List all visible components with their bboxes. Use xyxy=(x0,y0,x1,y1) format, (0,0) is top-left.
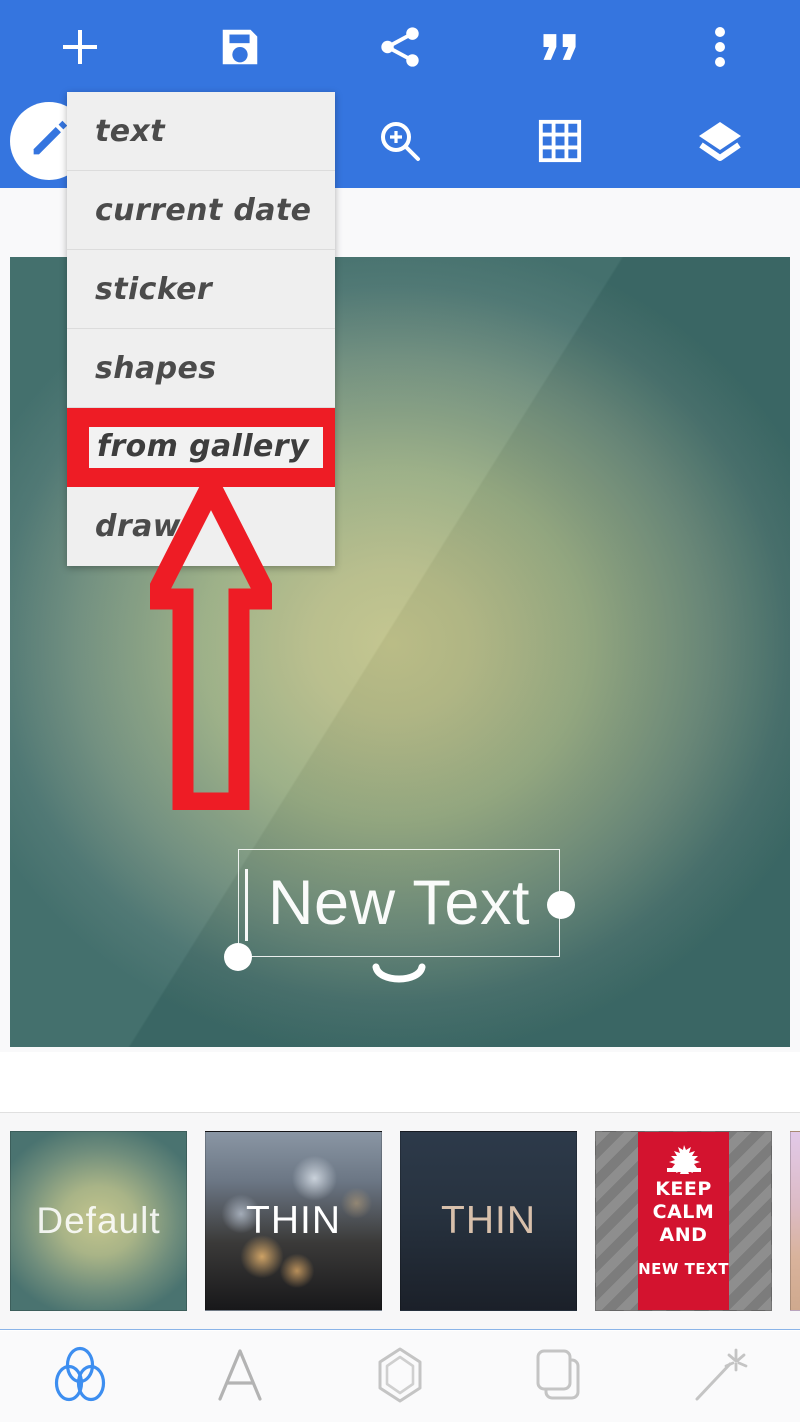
menu-item-label: from gallery xyxy=(89,427,323,468)
text-tool-icon xyxy=(214,1347,266,1407)
layers-icon xyxy=(696,117,744,165)
save-button[interactable] xyxy=(160,0,320,94)
menu-item-from-gallery[interactable]: from gallery xyxy=(67,408,335,487)
bottom-nav-bar xyxy=(0,1331,800,1422)
add-button[interactable] xyxy=(0,0,160,94)
thumbnail-default[interactable]: Default xyxy=(10,1131,187,1311)
toolbar-row-top xyxy=(0,0,800,94)
layers-button[interactable] xyxy=(640,94,800,188)
thumbnail-keep-calm[interactable]: KEEP CALM AND NEW TEXT xyxy=(595,1131,772,1311)
thumbnail-thin-navy[interactable]: THIN xyxy=(400,1131,577,1311)
nav-text-tool-button[interactable] xyxy=(160,1331,320,1422)
shape-tool-icon xyxy=(373,1346,427,1408)
resize-handle-right[interactable] xyxy=(547,891,575,919)
thumbnail-partial-next[interactable] xyxy=(790,1131,800,1311)
nav-magic-wand-button[interactable] xyxy=(640,1331,800,1422)
layers-tool-icon xyxy=(532,1346,588,1408)
quote-button[interactable] xyxy=(480,0,640,94)
crown-icon xyxy=(658,1144,710,1178)
thumbnail-label: Default xyxy=(36,1200,161,1241)
magic-wand-icon xyxy=(692,1346,748,1408)
keep-calm-subline: NEW TEXT xyxy=(638,1259,729,1278)
annotation-arrow-up-icon xyxy=(136,463,286,814)
overflow-menu-button[interactable] xyxy=(640,0,800,94)
resize-handle-bottom-left[interactable] xyxy=(224,943,252,971)
save-icon xyxy=(217,24,263,70)
text-caret xyxy=(245,869,248,941)
overflow-menu-icon xyxy=(713,23,727,71)
text-object-selection-box[interactable]: New Text xyxy=(238,849,560,957)
curve-handle-icon[interactable] xyxy=(372,963,426,993)
grid-button[interactable] xyxy=(480,94,640,188)
thumbnail-label: THIN xyxy=(246,1199,341,1242)
keep-calm-panel: KEEP CALM AND NEW TEXT xyxy=(638,1132,729,1310)
thumbnail-label: THIN xyxy=(441,1199,536,1242)
menu-item-label: current date xyxy=(95,192,312,228)
nav-layers-tool-button[interactable] xyxy=(480,1331,640,1422)
text-style-thumbnail-strip[interactable]: Default THIN THIN KEEP CALM AND NEW TEXT xyxy=(0,1112,800,1330)
quote-icon xyxy=(538,25,582,69)
filters-icon xyxy=(50,1346,110,1408)
zoom-in-button[interactable] xyxy=(320,94,480,188)
thumbnail-thin-bokeh[interactable]: THIN xyxy=(205,1131,382,1311)
nav-shape-tool-button[interactable] xyxy=(320,1331,480,1422)
keep-calm-line: CALM xyxy=(652,1201,715,1224)
zoom-in-icon xyxy=(376,117,424,165)
menu-item-label: text xyxy=(95,113,165,149)
keep-calm-line: KEEP xyxy=(655,1178,712,1200)
keep-calm-line: AND xyxy=(659,1224,708,1247)
menu-item-sticker[interactable]: sticker xyxy=(67,250,335,329)
grid-icon xyxy=(537,118,583,164)
menu-item-shapes[interactable]: shapes xyxy=(67,329,335,408)
add-icon xyxy=(56,23,104,71)
edit-pencil-icon xyxy=(26,116,72,166)
menu-item-text[interactable]: text xyxy=(67,92,335,171)
menu-item-current-date[interactable]: current date xyxy=(67,171,335,250)
nav-filters-button[interactable] xyxy=(0,1331,160,1422)
text-object-value: New Text xyxy=(268,867,530,938)
menu-item-label: shapes xyxy=(95,350,217,386)
share-icon xyxy=(377,24,423,70)
menu-item-label: sticker xyxy=(95,271,213,307)
share-button[interactable] xyxy=(320,0,480,94)
